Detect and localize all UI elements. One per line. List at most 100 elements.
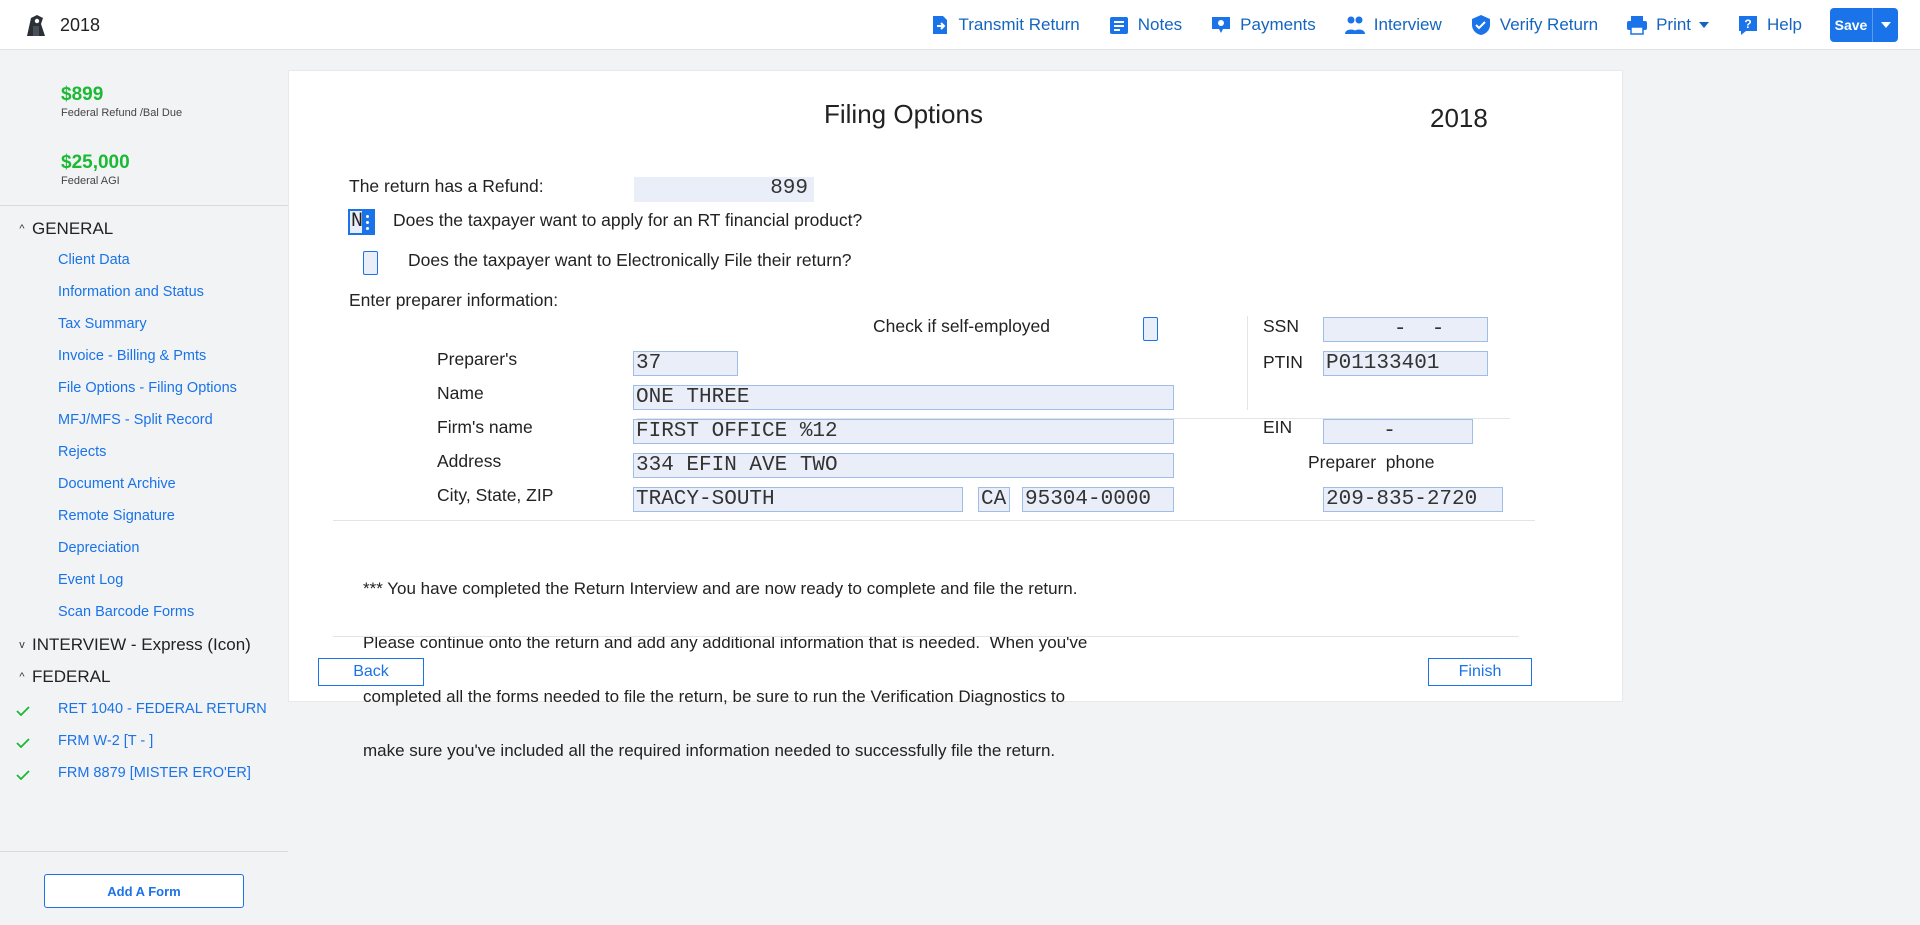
state-field[interactable]: CA: [978, 487, 1010, 512]
preparer-heading: Enter preparer information:: [349, 290, 559, 310]
section-federal-title: FEDERAL: [32, 667, 111, 686]
brand: 2018: [24, 12, 100, 38]
city-field[interactable]: TRACY-SOUTH: [633, 487, 963, 512]
chevron-up-icon: ^: [19, 671, 25, 683]
divider: [333, 520, 1535, 521]
help-label: Help: [1767, 15, 1802, 34]
interview-icon: [1344, 16, 1365, 34]
section-interview[interactable]: v INTERVIEW - Express (Icon): [18, 635, 251, 655]
sidebar-item-event-log[interactable]: Event Log: [58, 572, 123, 588]
efile-question: Does the taxpayer want to Electronically…: [408, 250, 852, 270]
page-title: Filing Options: [824, 99, 983, 129]
sidebar-item-information-status[interactable]: Information and Status: [58, 284, 204, 300]
save-options-button[interactable]: [1872, 8, 1898, 42]
check-icon: [16, 738, 30, 748]
form-year: 2018: [1430, 103, 1488, 133]
transmit-return-label: Transmit Return: [958, 15, 1080, 34]
sidebar-item-rejects[interactable]: Rejects: [58, 444, 106, 460]
name-field[interactable]: ONE THREE: [633, 385, 1174, 410]
tax-year: 2018: [60, 14, 101, 35]
ptin-label: PTIN: [1263, 352, 1303, 372]
address-label: Address: [437, 451, 502, 471]
sidebar-item-remote-signature[interactable]: Remote Signature: [58, 508, 175, 524]
filing-options-form: Filing Options 2018 The return has a Ref…: [288, 70, 1623, 760]
save-button[interactable]: Save: [1830, 8, 1872, 42]
sidebar-item-w2[interactable]: FRM W-2 [T - ]: [58, 733, 153, 749]
verify-return-label: Verify Return: [1499, 15, 1599, 34]
sidebar-item-tax-summary[interactable]: Tax Summary: [58, 316, 147, 332]
preparer-field[interactable]: 37: [633, 351, 738, 376]
printer-icon: [1627, 16, 1648, 35]
transmit-icon: [932, 16, 947, 34]
refund-summary: $899 Federal Refund /Bal Due: [61, 84, 182, 119]
sidebar-item-file-options[interactable]: File Options - Filing Options: [58, 380, 237, 396]
chevron-down-icon: [1880, 22, 1891, 28]
divider: [1247, 316, 1248, 410]
agi-summary: $25,000 Federal AGI: [61, 152, 130, 187]
completion-notice: *** You have completed the Return Interv…: [363, 544, 1087, 796]
ein-label: EIN: [1263, 417, 1293, 437]
notice-line: make sure you've included all the requir…: [363, 741, 1056, 760]
help-button[interactable]: ? Help: [1737, 14, 1802, 36]
top-nav: Transmit Return Notes Payments Interview…: [929, 0, 1920, 50]
rt-product-question: Does the taxpayer want to apply for an R…: [393, 210, 863, 230]
rt-product-field[interactable]: N: [348, 209, 375, 235]
agi-label: Federal AGI: [61, 175, 120, 187]
divider: [333, 636, 1519, 637]
back-button[interactable]: Back: [318, 658, 424, 686]
chevron-up-icon: ^: [19, 223, 25, 235]
payments-button[interactable]: Payments: [1210, 14, 1316, 36]
sidebar-item-8879[interactable]: FRM 8879 [MISTER ERO'ER]: [58, 765, 251, 781]
refund-label: Federal Refund /Bal Due: [61, 107, 183, 119]
shield-check-icon: [1471, 15, 1490, 35]
section-federal[interactable]: ^ FEDERAL: [18, 667, 110, 687]
check-icon: [16, 706, 30, 716]
sidebar-item-scan-barcode[interactable]: Scan Barcode Forms: [58, 604, 194, 620]
section-general[interactable]: ^ GENERAL: [18, 219, 113, 239]
help-icon: ?: [1739, 16, 1758, 35]
add-form-button[interactable]: Add A Form: [44, 874, 244, 908]
divider: [0, 205, 288, 206]
refund-amount: $899: [61, 84, 104, 105]
print-label: Print: [1656, 15, 1692, 34]
self-employed-checkbox[interactable]: [1143, 317, 1158, 341]
preparer-phone-field[interactable]: 209-835-2720: [1323, 487, 1503, 512]
notes-button[interactable]: Notes: [1108, 14, 1182, 36]
agi-amount: $25,000: [61, 152, 130, 173]
payments-label: Payments: [1240, 15, 1316, 34]
sidebar-item-split-record[interactable]: MFJ/MFS - Split Record: [58, 412, 213, 428]
check-icon: [16, 770, 30, 780]
refund-label: The return has a Refund:: [349, 176, 544, 196]
firm-name-field[interactable]: FIRST OFFICE %12: [633, 419, 1174, 444]
preparer-label: Preparer's: [437, 349, 518, 369]
interview-label: Interview: [1373, 15, 1442, 34]
ssn-field[interactable]: - -: [1323, 317, 1488, 342]
efile-checkbox[interactable]: [363, 251, 378, 275]
chevron-down-icon: v: [19, 639, 25, 651]
app-logo-icon: [27, 15, 45, 36]
name-label: Name: [437, 383, 484, 403]
finish-button[interactable]: Finish: [1428, 658, 1532, 686]
top-bar: 2018 Transmit Return Notes Payments Inte…: [0, 0, 1920, 50]
sidebar-item-invoice[interactable]: Invoice - Billing & Pmts: [58, 348, 206, 364]
transmit-return-button[interactable]: Transmit Return: [929, 14, 1080, 36]
ein-field[interactable]: -: [1323, 419, 1473, 444]
payments-icon: [1212, 17, 1231, 33]
preparer-phone-label: Preparer phone: [1308, 452, 1435, 472]
sidebar-item-ret-1040[interactable]: RET 1040 - FEDERAL RETURN: [58, 701, 267, 717]
sidebar-item-document-archive[interactable]: Document Archive: [58, 476, 176, 492]
print-menu-button[interactable]: Print: [1626, 14, 1710, 36]
zip-field[interactable]: 95304-0000: [1022, 487, 1174, 512]
firm-name-label: Firm's name: [437, 417, 533, 437]
verify-return-button[interactable]: Verify Return: [1470, 14, 1598, 36]
address-field[interactable]: 334 EFIN AVE TWO: [633, 453, 1174, 478]
notice-line: *** You have completed the Return Interv…: [363, 579, 1078, 598]
sidebar-item-client-data[interactable]: Client Data: [58, 252, 130, 268]
sidebar-item-depreciation[interactable]: Depreciation: [58, 540, 139, 556]
notes-label: Notes: [1137, 15, 1183, 34]
interview-button[interactable]: Interview: [1344, 14, 1442, 36]
more-options-icon[interactable]: [362, 211, 373, 233]
ptin-field[interactable]: P01133401: [1323, 351, 1488, 376]
notice-line: completed all the forms needed to file t…: [363, 687, 1066, 706]
svg-text:?: ?: [1744, 17, 1751, 31]
